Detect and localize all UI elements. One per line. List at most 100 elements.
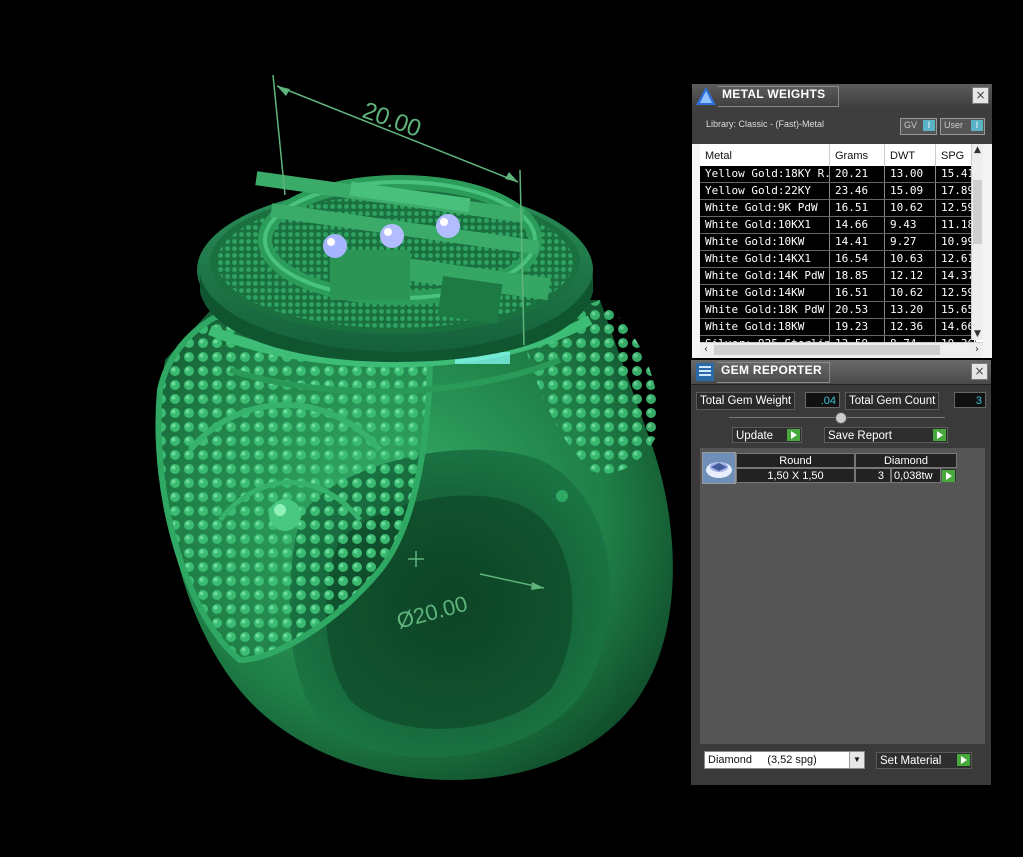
play-icon xyxy=(957,754,970,766)
cell-spg: 12.59 xyxy=(936,200,976,216)
metal-weights-table[interactable]: Metal Grams DWT SPG Yellow Gold:18KY R..… xyxy=(700,144,983,342)
column-header-dwt[interactable]: DWT xyxy=(885,144,936,166)
scroll-left-icon[interactable]: ‹ xyxy=(700,343,712,357)
cell-grams: 16.51 xyxy=(830,200,885,216)
cell-spg: 12.59 xyxy=(936,285,976,301)
cell-metal: White Gold:14KW xyxy=(700,285,830,301)
table-body: Yellow Gold:18KY R...20.2113.0015.41Yell… xyxy=(700,166,976,342)
update-button[interactable]: Update xyxy=(732,427,802,443)
horizontal-scrollbar[interactable]: ‹ › xyxy=(700,342,983,357)
column-header-metal[interactable]: Metal xyxy=(700,144,830,166)
cell-spg: 10.99 xyxy=(936,234,976,250)
cell-dwt: 9.43 xyxy=(885,217,936,233)
app-logo-icon xyxy=(696,87,716,105)
dimension-width-label: 20.00 xyxy=(359,97,425,143)
total-gem-weight-label: Total Gem Weight xyxy=(696,392,796,410)
cell-grams: 16.54 xyxy=(830,251,885,267)
cell-dwt: 15.09 xyxy=(885,183,936,199)
cell-metal: White Gold:10KX1 xyxy=(700,217,830,233)
gem-shape: Round xyxy=(736,453,855,468)
cell-dwt: 13.00 xyxy=(885,166,936,182)
list-item[interactable]: Round Diamond 1,50 X 1,50 3 0,038tw xyxy=(701,451,957,484)
cell-metal: Yellow Gold:18KY R... xyxy=(700,166,830,182)
table-row[interactable]: White Gold:9K PdW 16.51 10.62 12.59 xyxy=(700,200,976,217)
gem-weight: 0,038tw xyxy=(891,468,941,483)
gem-report-icon xyxy=(696,363,714,381)
cell-dwt: 12.36 xyxy=(885,319,936,335)
cell-spg: 14.37 xyxy=(936,268,976,284)
scroll-thumb[interactable] xyxy=(973,180,982,244)
save-report-button[interactable]: Save Report xyxy=(824,427,948,443)
table-row[interactable]: Yellow Gold:18KY R...20.2113.0015.41 xyxy=(700,166,976,183)
cell-spg: 15.65 xyxy=(936,302,976,318)
column-header-spg[interactable]: SPG xyxy=(936,144,976,166)
chevron-down-icon[interactable]: ▼ xyxy=(849,752,864,768)
scroll-thumb-horizontal[interactable] xyxy=(714,345,940,355)
cell-grams: 16.51 xyxy=(830,285,885,301)
table-row[interactable]: White Gold:14KW 16.51 10.62 12.59 xyxy=(700,285,976,302)
cell-metal: White Gold:18KW xyxy=(700,319,830,335)
gem-reporter-panel: GEM REPORTER × Total Gem Weight .04 Tota… xyxy=(691,360,991,785)
metal-weights-panel: METAL WEIGHTS × Library: Classic - (Fast… xyxy=(692,84,992,358)
close-icon[interactable]: × xyxy=(971,363,988,380)
gem-go-button[interactable] xyxy=(941,468,957,483)
close-icon[interactable]: × xyxy=(972,87,989,104)
user-toggle[interactable]: User I xyxy=(940,118,985,135)
cell-dwt: 10.62 xyxy=(885,200,936,216)
table-row[interactable]: White Gold:14KX1 16.54 10.63 12.61 xyxy=(700,251,976,268)
cell-spg: 15.41 xyxy=(936,166,976,182)
total-gem-count-label: Total Gem Count xyxy=(845,392,940,410)
table-row[interactable]: White Gold:18K PdW 20.53 13.20 15.65 xyxy=(700,302,976,319)
gv-toggle[interactable]: GV I xyxy=(900,118,937,135)
cell-metal: White Gold:9K PdW xyxy=(700,200,830,216)
cell-metal: White Gold:18K PdW xyxy=(700,302,830,318)
scroll-down-icon[interactable]: ▼ xyxy=(972,328,983,340)
metal-weights-titlebar[interactable]: METAL WEIGHTS × xyxy=(692,84,992,109)
column-header-grams[interactable]: Grams xyxy=(830,144,885,166)
table-header: Metal Grams DWT SPG xyxy=(700,144,983,167)
table-row[interactable]: Yellow Gold:22KY 23.46 15.09 17.89 xyxy=(700,183,976,200)
cell-metal: White Gold:14KX1 xyxy=(700,251,830,267)
cell-grams: 14.41 xyxy=(830,234,885,250)
material-select[interactable]: Diamond (3,52 spg) ▼ xyxy=(704,751,865,769)
cell-spg: 11.18 xyxy=(936,217,976,233)
cell-spg: 14.66 xyxy=(936,319,976,335)
cell-grams: 14.66 xyxy=(830,217,885,233)
ring-model[interactable] xyxy=(155,171,673,780)
cell-metal: Yellow Gold:22KY xyxy=(700,183,830,199)
cell-dwt: 9.27 xyxy=(885,234,936,250)
set-material-button[interactable]: Set Material xyxy=(876,752,972,769)
play-icon xyxy=(942,470,955,482)
cell-dwt: 13.20 xyxy=(885,302,936,318)
table-row[interactable]: White Gold:10KX1 14.66 9.43 11.18 xyxy=(700,217,976,234)
total-gem-weight-value: .04 xyxy=(805,392,840,408)
table-row[interactable]: White Gold:10KW 14.41 9.27 10.99 xyxy=(700,234,976,251)
gem-reporter-titlebar[interactable]: GEM REPORTER × xyxy=(691,360,991,385)
cell-metal: White Gold:10KW xyxy=(700,234,830,250)
table-row[interactable]: White Gold:14K PdW 18.85 12.12 14.37 xyxy=(700,268,976,285)
gem-size: 1,50 X 1,50 xyxy=(736,468,855,483)
cell-dwt: 12.12 xyxy=(885,268,936,284)
cell-grams: 23.46 xyxy=(830,183,885,199)
cell-spg: 12.61 xyxy=(936,251,976,267)
play-icon xyxy=(787,429,800,441)
library-label: Library: Classic - (Fast)-Metal xyxy=(706,119,825,129)
cell-dwt: 10.63 xyxy=(885,251,936,267)
cell-grams: 20.53 xyxy=(830,302,885,318)
slider-handle[interactable] xyxy=(835,412,847,424)
scroll-up-icon[interactable]: ▲ xyxy=(972,144,983,156)
vertical-scrollbar[interactable]: ▲ ▼ xyxy=(971,144,983,340)
gem-list[interactable]: Round Diamond 1,50 X 1,50 3 0,038tw xyxy=(700,448,985,744)
cell-grams: 19.23 xyxy=(830,319,885,335)
cell-metal: White Gold:14K PdW xyxy=(700,268,830,284)
cell-spg: 17.89 xyxy=(936,183,976,199)
gem-count: 3 xyxy=(855,468,891,483)
cell-grams: 20.21 xyxy=(830,166,885,182)
cell-dwt: 10.62 xyxy=(885,285,936,301)
table-row[interactable]: White Gold:18KW 19.23 12.36 14.66 xyxy=(700,319,976,336)
library-row: Library: Classic - (Fast)-Metal GV I User… xyxy=(692,108,992,144)
round-gem-icon xyxy=(702,452,736,484)
scroll-right-icon[interactable]: › xyxy=(971,343,983,357)
cell-grams: 18.85 xyxy=(830,268,885,284)
total-gem-count-value: 3 xyxy=(954,392,986,408)
